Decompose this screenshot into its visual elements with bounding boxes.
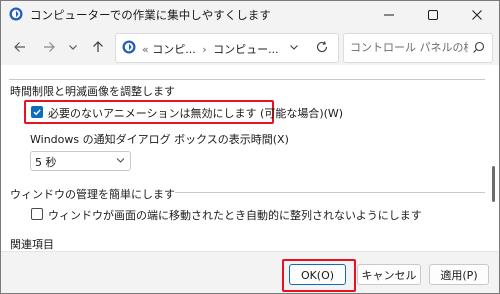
arrow-left-icon bbox=[14, 42, 25, 52]
maximize-icon bbox=[428, 10, 438, 20]
prevent-arrange-checkbox[interactable] bbox=[31, 208, 43, 220]
maximize-button[interactable] bbox=[411, 1, 455, 29]
section-title-time-limits: 時間制限と明滅画像を調整します bbox=[10, 85, 175, 98]
title-bar: コンピューターでの作業に集中しやすくします bbox=[1, 1, 499, 29]
breadcrumb-separator: › bbox=[202, 43, 207, 56]
notification-time-label: Windows の通知ダイアログ ボックスの表示時間(X) bbox=[30, 133, 289, 146]
notification-time-select[interactable]: 5 秒 bbox=[30, 151, 131, 171]
chevron-down-icon bbox=[69, 45, 77, 50]
prevent-arrange-label[interactable]: ウィンドウが画面の端に移動されたとき自動的に整列されないようにします bbox=[48, 207, 422, 223]
breadcrumb-overflow[interactable]: « bbox=[142, 43, 149, 56]
close-button[interactable] bbox=[455, 1, 499, 29]
chevron-down-icon bbox=[116, 158, 125, 163]
minimize-button[interactable] bbox=[367, 1, 411, 29]
dialog-window: コンピューターでの作業に集中しやすくします « コンピ... › コンピュー..… bbox=[0, 0, 500, 294]
back-button[interactable] bbox=[10, 37, 30, 57]
scrollbar-thumb[interactable] bbox=[492, 166, 495, 202]
arrow-up-icon bbox=[93, 41, 103, 52]
search-box[interactable] bbox=[343, 33, 493, 63]
minimize-icon bbox=[384, 14, 394, 16]
section-divider bbox=[9, 79, 485, 80]
window-title: コンピューターでの作業に集中しやすくします bbox=[30, 8, 271, 22]
cancel-button[interactable]: キャンセル bbox=[357, 264, 421, 285]
disable-animations-checkbox[interactable] bbox=[31, 106, 43, 118]
up-button[interactable] bbox=[88, 37, 108, 57]
ok-button[interactable]: OK(O) bbox=[289, 264, 346, 285]
apply-button[interactable]: 適用(P) bbox=[429, 264, 489, 285]
recent-locations-button[interactable] bbox=[63, 37, 83, 57]
forward-button[interactable] bbox=[39, 37, 59, 57]
chevron-down-icon[interactable] bbox=[288, 41, 300, 53]
notification-time-value: 5 秒 bbox=[35, 156, 57, 169]
disable-animations-label[interactable]: 必要のないアニメーションは無効にします (可能な場合)(W) bbox=[48, 105, 343, 121]
settings-content: 時間制限と明滅画像を調整します 必要のないアニメーションは無効にします (可能な… bbox=[1, 65, 499, 251]
section-title-related: 関連項目 bbox=[10, 238, 54, 251]
refresh-icon[interactable] bbox=[315, 40, 329, 54]
breadcrumb: « コンピ... › コンピュー... bbox=[142, 41, 279, 57]
search-icon[interactable] bbox=[472, 41, 485, 54]
ease-of-access-icon bbox=[9, 7, 23, 21]
button-bar: OK(O) キャンセル 適用(P) bbox=[1, 251, 499, 293]
arrow-right-icon bbox=[44, 42, 55, 52]
checkmark-icon bbox=[33, 109, 41, 116]
ease-of-access-icon bbox=[122, 40, 136, 54]
breadcrumb-item[interactable]: コンピ... bbox=[152, 43, 196, 56]
section-title-window-management: ウィンドウの管理を簡単にします bbox=[10, 188, 175, 201]
search-input[interactable] bbox=[350, 39, 468, 55]
breadcrumb-item[interactable]: コンピュー... bbox=[213, 43, 279, 56]
address-bar[interactable]: « コンピ... › コンピュー... bbox=[115, 33, 339, 63]
close-icon bbox=[472, 10, 482, 20]
navigation-bar: « コンピ... › コンピュー... bbox=[1, 29, 499, 65]
section-divider bbox=[175, 192, 485, 193]
